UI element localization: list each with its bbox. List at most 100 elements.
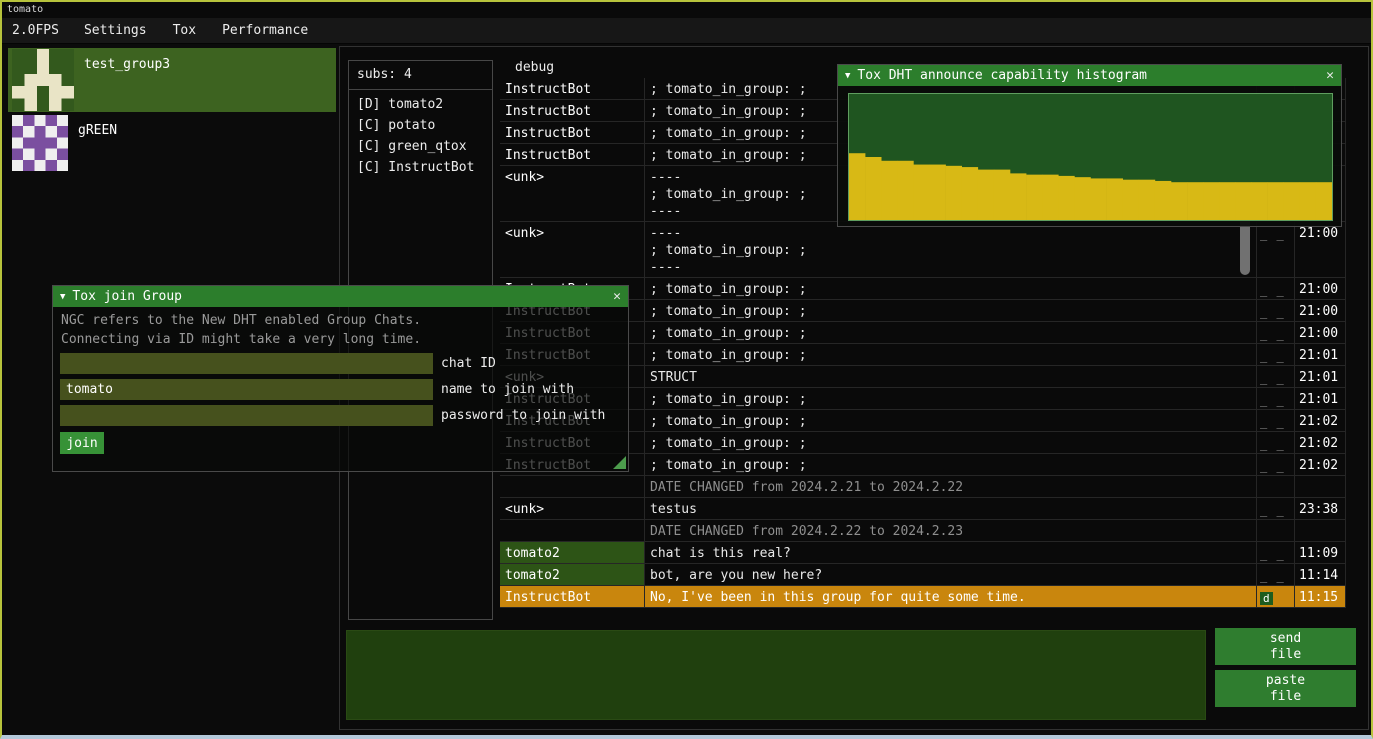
delivered-badge: d	[1260, 592, 1273, 605]
chat-timestamp: 21:02	[1294, 432, 1346, 453]
chat-message: ---- ; tomato_in_group: ; ----	[644, 222, 1256, 277]
member-item[interactable]: [C] InstructBot	[349, 157, 492, 178]
chat-sender: <unk>	[500, 166, 644, 221]
menu-item-tox[interactable]: Tox	[160, 23, 209, 38]
join-description-line1: NGC refers to the New DHT enabled Group …	[61, 313, 421, 328]
chat-timestamp: 21:02	[1294, 454, 1346, 475]
chat-message: ; tomato_in_group: ;	[644, 322, 1256, 343]
chat-row[interactable]: <unk>---- ; tomato_in_group: ; ----_ _21…	[500, 222, 1346, 278]
collapse-arrow-icon[interactable]: ▼	[60, 292, 65, 302]
chat-message: ; tomato_in_group: ;	[644, 344, 1256, 365]
debug-toggle[interactable]: debug	[515, 60, 554, 75]
group-name: test_group3	[84, 57, 170, 72]
chat-timestamp: 21:00	[1294, 222, 1346, 277]
chat-flags	[1256, 520, 1294, 541]
chat-sender: <unk>	[500, 498, 644, 519]
date-separator-row[interactable]: DATE CHANGED from 2024.2.21 to 2024.2.22	[500, 476, 1346, 498]
chat-flags: _ _	[1256, 344, 1294, 365]
chat-sender	[500, 520, 644, 541]
resize-grip-icon[interactable]	[613, 456, 626, 469]
chat-timestamp	[1294, 476, 1346, 497]
chat-flags	[1256, 476, 1294, 497]
menu-item-performance[interactable]: Performance	[209, 23, 321, 38]
chat-flags: _ _	[1256, 564, 1294, 585]
chat-message: STRUCT	[644, 366, 1256, 387]
chat-flags: _ _	[1256, 454, 1294, 475]
chat-sender: <unk>	[500, 222, 644, 277]
close-icon[interactable]: ✕	[613, 289, 621, 304]
chat-sender: tomato2	[500, 564, 644, 585]
chat-flags: _ _	[1256, 366, 1294, 387]
chat-flags: _ _	[1256, 542, 1294, 563]
collapse-arrow-icon[interactable]: ▼	[845, 71, 850, 81]
chat-row[interactable]: tomato2chat is this real?_ _11:09	[500, 542, 1346, 564]
chat-message: ; tomato_in_group: ;	[644, 454, 1256, 475]
group-avatar	[12, 49, 74, 111]
chat-message: ; tomato_in_group: ;	[644, 388, 1256, 409]
chat-timestamp: 21:00	[1294, 278, 1346, 299]
group-name: gREEN	[78, 123, 117, 138]
chat-message: ; tomato_in_group: ;	[644, 410, 1256, 431]
member-item[interactable]: [C] potato	[349, 115, 492, 136]
chat-message: No, I've been in this group for quite so…	[644, 586, 1256, 607]
group-item-test_group3[interactable]: test_group3	[8, 48, 336, 112]
chat-flags: _ _	[1256, 322, 1294, 343]
group-item-gREEN[interactable]: gREEN	[8, 114, 336, 174]
chat-timestamp: 23:38	[1294, 498, 1346, 519]
input-join-name[interactable]	[60, 379, 433, 400]
chat-row[interactable]: tomato2bot, are you new here?_ _11:14	[500, 564, 1346, 586]
input-chat-id[interactable]	[60, 353, 433, 374]
chat-flags: _ _	[1256, 300, 1294, 321]
send-file-button[interactable]: send file	[1215, 628, 1356, 665]
label-chat-id: chat ID	[441, 353, 496, 374]
chat-timestamp: 21:00	[1294, 300, 1346, 321]
label-join-password: password to join with	[441, 405, 605, 426]
chat-sender: tomato2	[500, 542, 644, 563]
chat-sender: InstructBot	[500, 78, 644, 99]
join-titlebar[interactable]: ▼ Tox join Group ✕	[53, 286, 628, 307]
window-titlebar[interactable]: tomato	[2, 2, 1371, 18]
chat-flags: _ _	[1256, 498, 1294, 519]
chat-sender: InstructBot	[500, 586, 644, 607]
chat-timestamp: 11:14	[1294, 564, 1346, 585]
chat-flags: _ _	[1256, 222, 1294, 277]
chat-message: DATE CHANGED from 2024.2.22 to 2024.2.23	[644, 520, 1256, 541]
chat-message: testus	[644, 498, 1256, 519]
join-button[interactable]: join	[60, 432, 104, 454]
menu-item-settings[interactable]: Settings	[71, 23, 160, 38]
divider	[349, 89, 492, 90]
chat-flags: _ _	[1256, 278, 1294, 299]
chat-flags: _ _	[1256, 410, 1294, 431]
join-group-window: ▼ Tox join Group ✕ NGC refers to the New…	[52, 285, 629, 472]
window-title: tomato	[7, 4, 43, 15]
chat-message: ; tomato_in_group: ;	[644, 278, 1256, 299]
chat-timestamp	[1294, 520, 1346, 541]
date-separator-row[interactable]: DATE CHANGED from 2024.2.22 to 2024.2.23	[500, 520, 1346, 542]
chat-timestamp: 21:02	[1294, 410, 1346, 431]
chat-timestamp: 21:00	[1294, 322, 1346, 343]
menu-items: SettingsToxPerformance	[71, 23, 321, 38]
chat-flags: _ _	[1256, 388, 1294, 409]
menu-bar: 2.0FPS SettingsToxPerformance	[2, 18, 1371, 44]
paste-file-button[interactable]: paste file	[1215, 670, 1356, 707]
chat-message: DATE CHANGED from 2024.2.21 to 2024.2.22	[644, 476, 1256, 497]
chat-timestamp: 21:01	[1294, 388, 1346, 409]
chat-row[interactable]: InstructBotNo, I've been in this group f…	[500, 586, 1346, 608]
histogram-title: Tox DHT announce capability histogram	[857, 68, 1147, 83]
member-count: subs: 4	[349, 61, 492, 89]
chat-message: ; tomato_in_group: ;	[644, 300, 1256, 321]
chat-sender: InstructBot	[500, 122, 644, 143]
chat-message: ; tomato_in_group: ;	[644, 432, 1256, 453]
input-join-password[interactable]	[60, 405, 433, 426]
message-input[interactable]	[346, 630, 1206, 720]
chat-sender	[500, 476, 644, 497]
chat-row[interactable]: <unk>testus_ _23:38	[500, 498, 1346, 520]
histogram-titlebar[interactable]: ▼ Tox DHT announce capability histogram …	[838, 65, 1341, 86]
dht-histogram-window: ▼ Tox DHT announce capability histogram …	[837, 64, 1342, 227]
close-icon[interactable]: ✕	[1326, 68, 1334, 83]
member-item[interactable]: [C] green_qtox	[349, 136, 492, 157]
fps-counter: 2.0FPS	[2, 23, 71, 38]
histogram-plot	[848, 93, 1333, 221]
chat-message: chat is this real?	[644, 542, 1256, 563]
member-item[interactable]: [D] tomato2	[349, 94, 492, 115]
